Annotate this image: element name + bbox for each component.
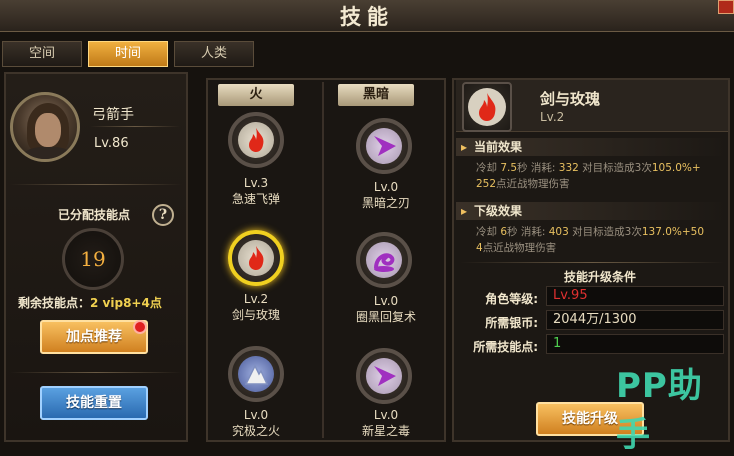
remaining-points: 剩余技能点：2 vip8+4点 bbox=[18, 294, 162, 311]
skill-name: 究极之火 bbox=[231, 424, 280, 438]
skill-name: 急速飞弹 bbox=[231, 192, 280, 206]
skill-name: 圈黑回复术 bbox=[355, 310, 416, 324]
required-silver-value: 2044万/1300 bbox=[546, 310, 724, 330]
effect-text: 点近战物理伤害 bbox=[482, 242, 557, 254]
skill-fire-3[interactable] bbox=[228, 346, 284, 402]
effect-value: 332 bbox=[558, 162, 579, 174]
condition-label: 所需银币: bbox=[485, 316, 538, 330]
skill-level: Lv.0 bbox=[243, 408, 269, 422]
remaining-points-value: 2 vip8+4点 bbox=[90, 296, 162, 310]
divider bbox=[90, 126, 180, 127]
skill-dark-2[interactable] bbox=[356, 232, 412, 288]
next-effect-text: 冷却 6秒 消耗: 403 对目标造成3次137.0%+50 4点近战物理伤害 bbox=[476, 224, 728, 256]
fire-icon bbox=[468, 88, 506, 126]
tab-time[interactable]: 时间 bbox=[88, 41, 168, 67]
divider bbox=[10, 372, 182, 373]
effect-text: 冷却 bbox=[476, 226, 501, 238]
effect-text: 秒 消耗: bbox=[517, 162, 559, 174]
effect-text: 对目标造成3次 bbox=[568, 226, 642, 238]
skill-name: 剑与玫瑰 bbox=[231, 308, 280, 322]
watermark: PP助手 bbox=[616, 366, 703, 455]
reset-skills-button[interactable]: 技能重置 bbox=[40, 386, 148, 420]
skill-name: 黑暗之刃 bbox=[361, 196, 410, 210]
dark-blade-icon bbox=[374, 136, 396, 156]
divider bbox=[460, 262, 724, 263]
skill-dark-1[interactable] bbox=[356, 118, 412, 174]
skill-level: Lv.3 bbox=[243, 176, 269, 190]
dark-blade-icon bbox=[374, 366, 396, 386]
close-button[interactable] bbox=[718, 0, 734, 14]
notification-badge bbox=[133, 320, 147, 334]
condition-label: 所需技能点: bbox=[473, 340, 538, 354]
current-effect-header: 当前效果 bbox=[456, 138, 728, 156]
skill-fire-2[interactable] bbox=[228, 230, 284, 286]
upgrade-conditions-title: 技能升级条件 bbox=[563, 270, 636, 284]
mountain-icon bbox=[244, 364, 269, 385]
recommend-button[interactable]: 加点推荐 bbox=[40, 320, 148, 354]
selected-skill-icon-frame bbox=[462, 82, 512, 132]
effect-value: 137.0%+50 bbox=[641, 226, 705, 238]
fire-icon bbox=[249, 246, 264, 270]
remaining-points-label: 剩余技能点： bbox=[18, 296, 91, 310]
avatar bbox=[10, 92, 80, 162]
skill-level: Lv.2 bbox=[243, 292, 269, 306]
hero-level: Lv.86 bbox=[94, 136, 129, 151]
column-header-dark: 黑暗 bbox=[338, 84, 414, 106]
tab-human[interactable]: 人类 bbox=[174, 41, 254, 67]
skill-name: 新星之毒 bbox=[361, 424, 410, 438]
column-header-fire: 火 bbox=[218, 84, 294, 106]
effect-text: 秒 消耗: bbox=[507, 226, 549, 238]
tab-space[interactable]: 空间 bbox=[2, 41, 82, 67]
skill-level: Lv.0 bbox=[373, 180, 399, 194]
help-icon[interactable]: ? bbox=[152, 204, 174, 226]
selected-skill-level: Lv.2 bbox=[540, 110, 565, 124]
top-bar: 技能 bbox=[0, 0, 734, 32]
effect-value: 105.0%+ bbox=[651, 162, 701, 174]
allocated-points-value: 19 bbox=[62, 228, 124, 290]
next-effect-header: 下级效果 bbox=[456, 202, 728, 220]
skill-level: Lv.0 bbox=[373, 408, 399, 422]
current-effect-text: 冷却 7.5秒 消耗: 332 对目标造成3次105.0%+ 252点近战物理伤害 bbox=[476, 160, 728, 192]
effect-value: 7.5 bbox=[500, 162, 518, 174]
required-level-value: Lv.95 bbox=[546, 286, 724, 306]
effect-value: 4 bbox=[476, 242, 483, 254]
required-skill-points-value: 1 bbox=[546, 334, 724, 354]
condition-label: 角色等级: bbox=[485, 292, 538, 306]
effect-value: 252 bbox=[476, 178, 497, 190]
class-name: 弓箭手 bbox=[92, 107, 134, 123]
skill-level: Lv.0 bbox=[373, 294, 399, 308]
dark-spiral-icon bbox=[374, 253, 395, 272]
fire-icon bbox=[249, 128, 264, 152]
skill-fire-1[interactable] bbox=[228, 112, 284, 168]
page-title: 技能 bbox=[340, 4, 394, 29]
skill-dark-3[interactable] bbox=[356, 348, 412, 404]
effect-value: 403 bbox=[548, 226, 569, 238]
column-divider bbox=[322, 82, 324, 438]
divider bbox=[10, 184, 182, 185]
selected-skill-name: 剑与玫瑰 bbox=[540, 90, 601, 108]
effect-text: 对目标造成3次 bbox=[578, 162, 652, 174]
effect-text: 点近战物理伤害 bbox=[496, 178, 570, 190]
effect-text: 冷却 bbox=[476, 162, 501, 174]
allocated-points-label: 已分配技能点 bbox=[58, 208, 131, 222]
